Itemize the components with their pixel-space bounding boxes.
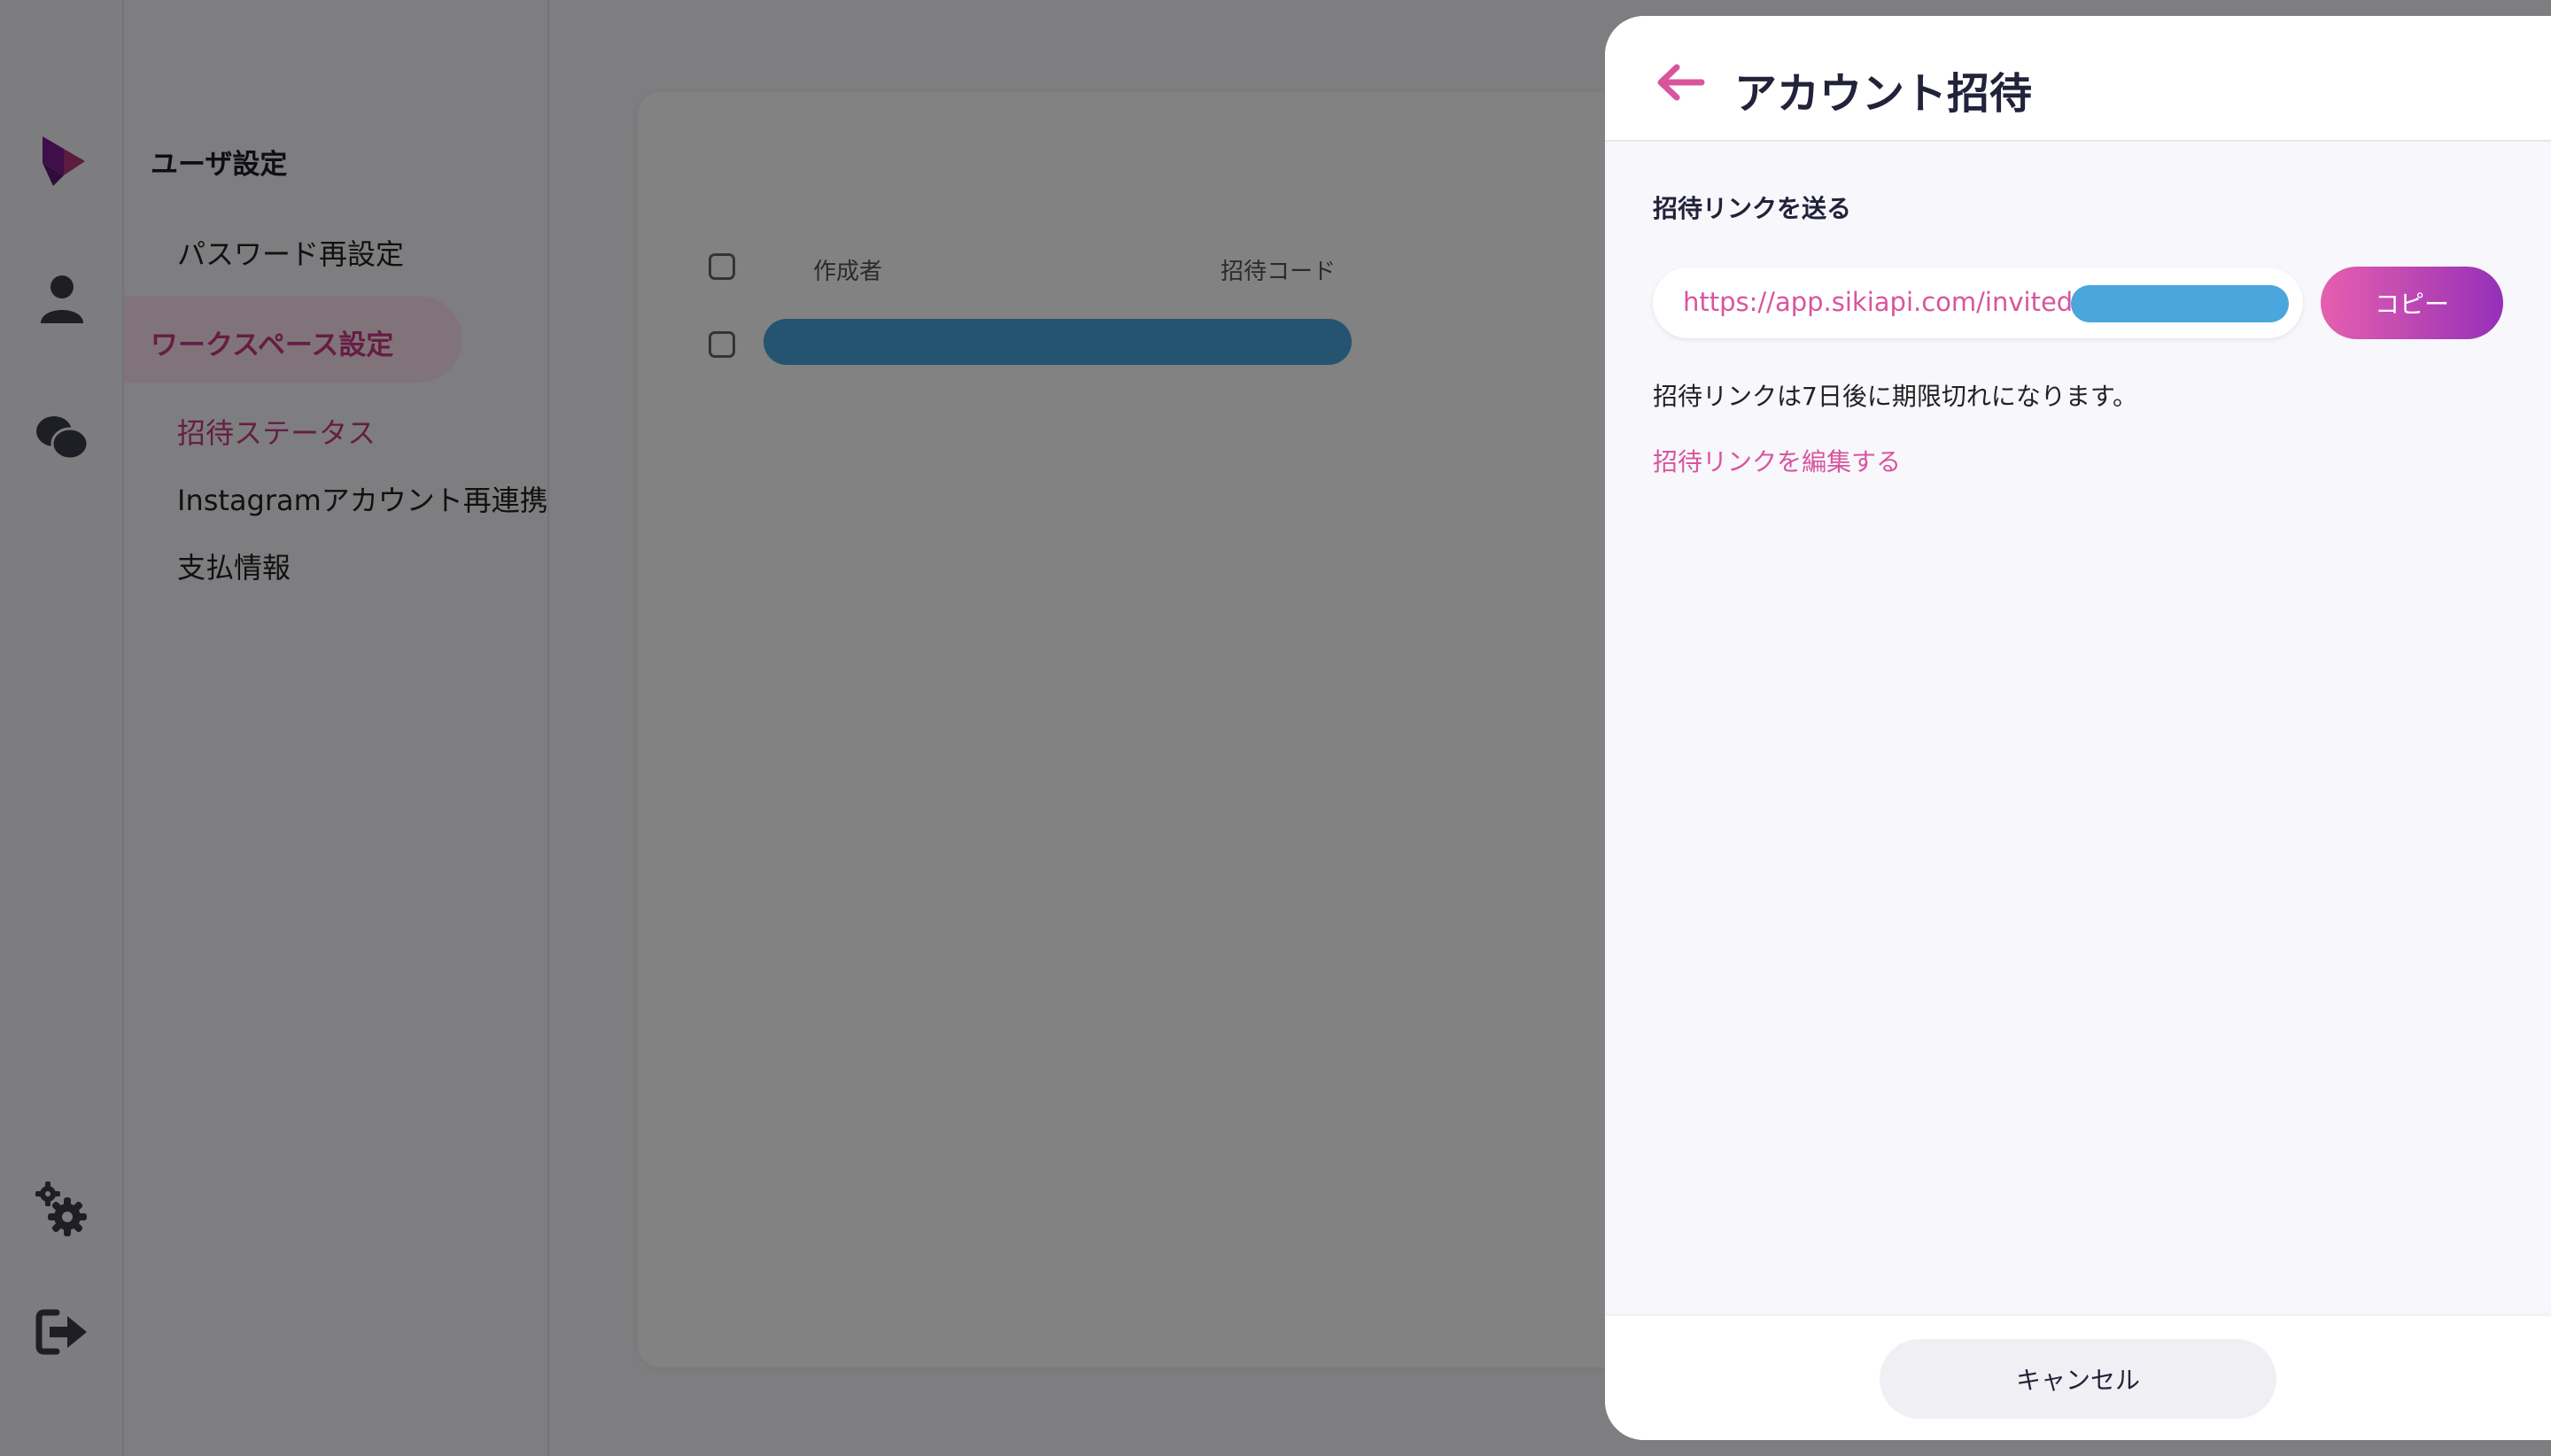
cancel-button[interactable]: キャンセル <box>1880 1339 2276 1419</box>
drawer-footer: キャンセル <box>1605 1316 2551 1440</box>
invite-url-field[interactable]: https://app.sikiapi.com/invited/ <box>1653 267 2303 338</box>
back-button[interactable] <box>1649 51 1711 113</box>
invite-url-text: https://app.sikiapi.com/invited/ <box>1683 287 2082 317</box>
edit-invite-link[interactable]: 招待リンクを編集する <box>1653 443 1901 478</box>
arrow-left-icon <box>1657 64 1705 101</box>
send-link-label: 招待リンクを送る <box>1653 194 1852 223</box>
drawer-title: アカウント招待 <box>1734 69 2033 119</box>
copy-button[interactable]: コピー <box>2321 267 2503 339</box>
expiry-note: 招待リンクは7日後に期限切れになります。 <box>1653 382 2138 411</box>
invite-code-redacted <box>2071 285 2289 322</box>
account-invite-drawer: アカウント招待 招待リンクを送る https://app.sikiapi.com… <box>1605 16 2551 1440</box>
drawer-header: アカウント招待 <box>1605 16 2551 142</box>
